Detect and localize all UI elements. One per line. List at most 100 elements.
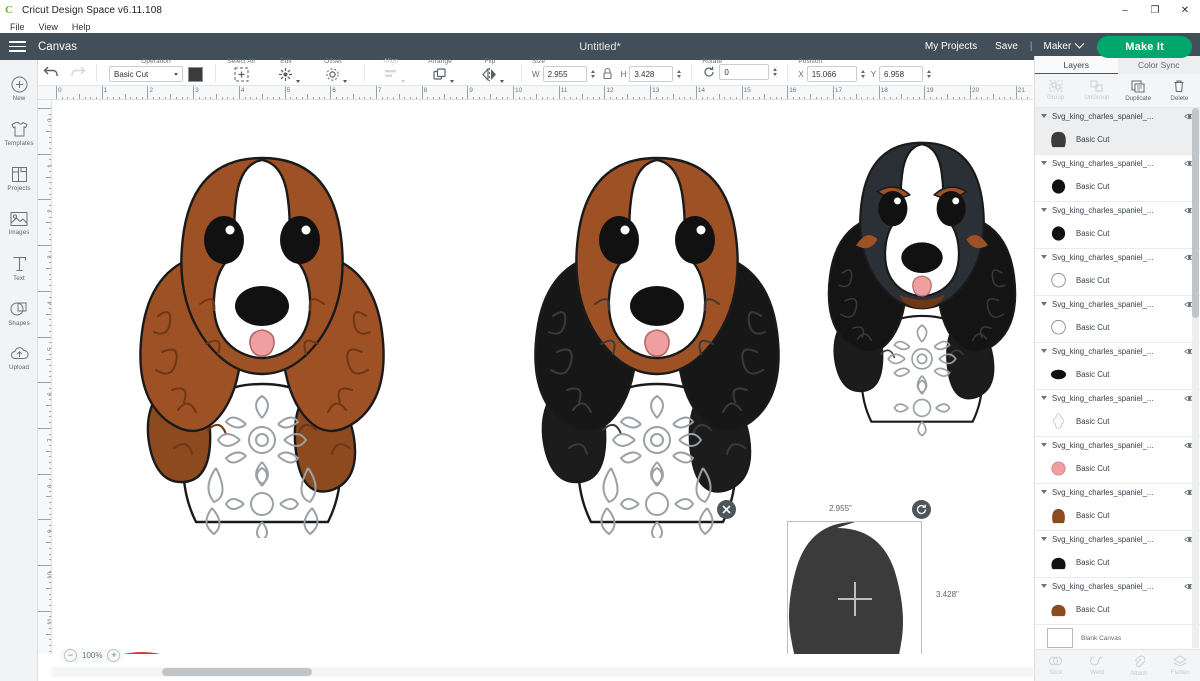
offset-group[interactable]: Offset: [312, 59, 354, 85]
arrange-icon[interactable]: [426, 65, 452, 85]
chevron-down-icon[interactable]: [296, 80, 300, 83]
my-projects-button[interactable]: My Projects: [916, 41, 986, 52]
layer-thumbnail-wrap[interactable]: [1049, 600, 1068, 619]
operation-color-swatch[interactable]: [188, 67, 203, 82]
minimize-button[interactable]: –: [1110, 0, 1140, 20]
duplicate-button[interactable]: Duplicate: [1118, 80, 1159, 102]
design-canvas[interactable]: 2.955" 3.428" Craft WITH Sarah: [52, 100, 1033, 654]
zoom-out-button[interactable]: −: [64, 649, 77, 662]
layer-operation-row[interactable]: Basic Cut: [1035, 453, 1200, 483]
menu-view[interactable]: View: [32, 22, 65, 32]
chevron-down-icon[interactable]: [1041, 443, 1047, 447]
height-stepper[interactable]: [677, 70, 681, 78]
sidebar-item-new[interactable]: New: [0, 66, 38, 111]
layer-header-row[interactable]: Svg_king_charles_spaniel_...: [1035, 249, 1200, 265]
layer-header-row[interactable]: Svg_king_charles_spaniel_...: [1035, 202, 1200, 218]
rotate-selection-handle[interactable]: [912, 500, 931, 519]
flip-icon[interactable]: [476, 65, 502, 85]
layer-thumbnail-wrap[interactable]: [1049, 506, 1068, 525]
layer-header-row[interactable]: Svg_king_charles_spaniel_...: [1035, 437, 1200, 453]
offset-icon[interactable]: [319, 65, 345, 85]
layer-thumbnail-wrap[interactable]: [1049, 177, 1068, 196]
height-input[interactable]: 3.428: [629, 66, 673, 82]
layer-group[interactable]: Svg_king_charles_spaniel_...Basic Cut: [1035, 249, 1200, 296]
layer-header-row[interactable]: Svg_king_charles_spaniel_...: [1035, 155, 1200, 171]
lock-aspect-icon[interactable]: [595, 64, 621, 84]
sidebar-item-shapes[interactable]: Shapes: [0, 291, 38, 336]
position-y-input[interactable]: 6.958: [879, 66, 923, 82]
menu-help[interactable]: Help: [65, 22, 98, 32]
layer-header-row[interactable]: Svg_king_charles_spaniel_...: [1035, 108, 1200, 124]
layer-operation-row[interactable]: Basic Cut: [1035, 500, 1200, 530]
chevron-down-icon[interactable]: [1041, 396, 1047, 400]
sidebar-item-text[interactable]: Text: [0, 246, 38, 291]
layer-list[interactable]: Svg_king_charles_spaniel_...Basic CutSvg…: [1035, 108, 1200, 648]
chevron-down-icon[interactable]: [1041, 584, 1047, 588]
flip-group[interactable]: Flip: [469, 59, 511, 85]
artwork-blenheim-spaniel[interactable]: [112, 118, 412, 538]
layer-thumbnail-wrap[interactable]: [1049, 459, 1068, 478]
close-button[interactable]: ✕: [1170, 0, 1200, 20]
blank-canvas-swatch[interactable]: [1047, 628, 1073, 648]
layer-group[interactable]: Svg_king_charles_spaniel_...Basic Cut: [1035, 390, 1200, 437]
layer-thumbnail-wrap[interactable]: [1049, 553, 1068, 572]
layer-group[interactable]: Svg_king_charles_spaniel_...Basic Cut: [1035, 296, 1200, 343]
layer-group[interactable]: Svg_king_charles_spaniel_...Basic Cut: [1035, 202, 1200, 249]
layer-header-row[interactable]: Svg_king_charles_spaniel_...: [1035, 390, 1200, 406]
width-field[interactable]: W 2.955: [532, 66, 595, 82]
canvas-horizontal-scrollbar[interactable]: [52, 667, 1033, 677]
rotate-field[interactable]: 0: [702, 62, 777, 82]
layer-operation-row[interactable]: Basic Cut: [1035, 124, 1200, 154]
layer-group[interactable]: Svg_king_charles_spaniel_...Basic Cut: [1035, 437, 1200, 484]
chevron-down-icon[interactable]: [1041, 349, 1047, 353]
layer-operation-row[interactable]: Basic Cut: [1035, 547, 1200, 577]
layer-thumbnail-wrap[interactable]: [1049, 365, 1068, 384]
layer-operation-row[interactable]: Basic Cut: [1035, 265, 1200, 295]
layer-group[interactable]: Svg_king_charles_spaniel_...Basic Cut: [1035, 578, 1200, 625]
sidebar-item-images[interactable]: Images: [0, 201, 38, 246]
layer-group[interactable]: Svg_king_charles_spaniel_...Basic Cut: [1035, 484, 1200, 531]
layer-operation-row[interactable]: Basic Cut: [1035, 406, 1200, 436]
layer-group[interactable]: Svg_king_charles_spaniel_...Basic Cut: [1035, 108, 1200, 155]
layer-operation-row[interactable]: Basic Cut: [1035, 312, 1200, 342]
layer-header-row[interactable]: Svg_king_charles_spaniel_...: [1035, 343, 1200, 359]
position-y-stepper[interactable]: [927, 70, 931, 78]
menu-file[interactable]: File: [3, 22, 32, 32]
layer-thumbnail-wrap[interactable]: [1049, 224, 1068, 243]
artwork-black-and-tan-spaniel[interactable]: [507, 118, 807, 538]
blank-canvas-row[interactable]: Blank Canvas: [1035, 625, 1200, 648]
layer-header-row[interactable]: Svg_king_charles_spaniel_...: [1035, 296, 1200, 312]
artwork-tricolor-spaniel[interactable]: [807, 108, 1033, 438]
position-x-field[interactable]: X 15.066: [798, 66, 864, 82]
scrollbar-thumb[interactable]: [1192, 108, 1199, 318]
chevron-down-icon[interactable]: [1041, 208, 1047, 212]
layer-operation-row[interactable]: Basic Cut: [1035, 359, 1200, 389]
layer-header-row[interactable]: Svg_king_charles_spaniel_...: [1035, 484, 1200, 500]
layer-operation-row[interactable]: Basic Cut: [1035, 218, 1200, 248]
width-input[interactable]: 2.955: [543, 66, 587, 82]
sidebar-item-upload[interactable]: Upload: [0, 336, 38, 381]
height-field[interactable]: H 3.428: [621, 66, 682, 82]
layer-group[interactable]: Svg_king_charles_spaniel_...Basic Cut: [1035, 155, 1200, 202]
chevron-down-icon[interactable]: [450, 80, 454, 83]
chevron-down-icon[interactable]: [1041, 114, 1047, 118]
rotate-stepper[interactable]: [773, 68, 777, 76]
undo-icon[interactable]: [38, 62, 64, 82]
save-button[interactable]: Save: [986, 41, 1027, 52]
machine-selector[interactable]: Maker: [1036, 41, 1092, 52]
layer-thumbnail-wrap[interactable]: [1049, 271, 1068, 290]
delete-selection-handle[interactable]: [717, 500, 736, 519]
layer-operation-row[interactable]: Basic Cut: [1035, 171, 1200, 201]
maximize-button[interactable]: ❐: [1140, 0, 1170, 20]
edit-group[interactable]: Edit: [266, 59, 306, 85]
chevron-down-icon[interactable]: [1041, 161, 1047, 165]
delete-button[interactable]: Delete: [1159, 80, 1200, 102]
chevron-down-icon[interactable]: [1041, 490, 1047, 494]
layer-thumbnail-wrap[interactable]: [1049, 412, 1068, 431]
chevron-down-icon[interactable]: [1041, 255, 1047, 259]
operation-select[interactable]: Basic Cut: [109, 66, 183, 82]
scrollbar-thumb[interactable]: [162, 668, 312, 676]
sidebar-item-projects[interactable]: Projects: [0, 156, 38, 201]
tab-layers[interactable]: Layers: [1035, 56, 1118, 74]
zoom-in-button[interactable]: +: [107, 649, 120, 662]
